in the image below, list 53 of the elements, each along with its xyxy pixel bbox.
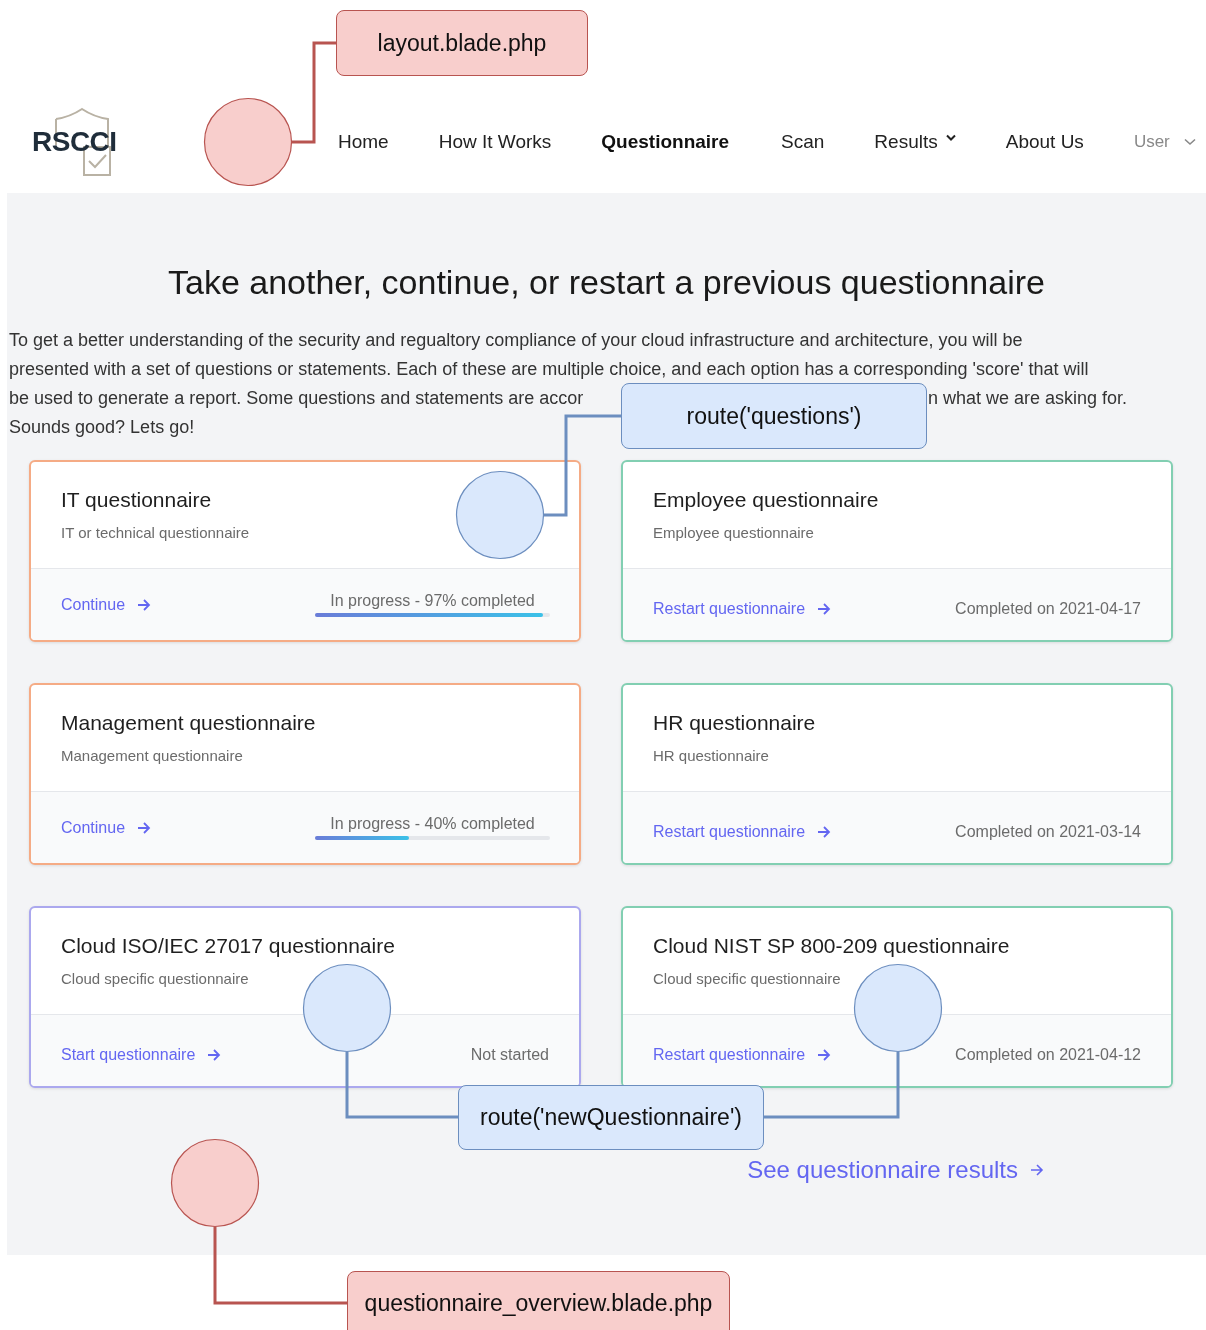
card-status: Completed on 2021-04-12 bbox=[955, 1045, 1141, 1064]
card-title: Cloud NIST SP 800-209 questionnaire bbox=[653, 934, 1011, 958]
action-link[interactable]: Start questionnaire bbox=[61, 1045, 222, 1064]
progress-status: In progress - 40% completed bbox=[330, 815, 535, 833]
action-link[interactable]: Continue bbox=[61, 818, 152, 837]
action-link[interactable]: Continue bbox=[61, 595, 152, 614]
card-subtitle: Management questionnaire bbox=[61, 747, 244, 764]
card-title: Management questionnaire bbox=[61, 711, 317, 735]
card-status: Completed on 2021-03-14 bbox=[955, 822, 1141, 841]
card-title: Employee questionnaire bbox=[653, 488, 880, 512]
arrow-right-icon bbox=[207, 1048, 222, 1061]
card-subtitle: HR questionnaire bbox=[653, 747, 770, 764]
nav-link[interactable]: About Us bbox=[1005, 130, 1084, 153]
annotation-label: route('questions') bbox=[621, 383, 927, 449]
card-status: Completed on 2021-04-17 bbox=[955, 599, 1141, 618]
page-title: Take another, continue, or restart a previous questionnaire bbox=[167, 263, 1046, 302]
arrow-right-icon bbox=[817, 602, 832, 615]
caret-icon bbox=[945, 133, 956, 142]
nav-link[interactable]: Scan bbox=[781, 130, 825, 153]
annotation-label: questionnaire_overview.blade.php bbox=[347, 1271, 730, 1330]
card-subtitle: Cloud specific questionnaire bbox=[61, 970, 250, 987]
nav-link[interactable]: How It Works bbox=[438, 130, 552, 153]
intro-text: be used to generate a report. Some questions and statements are accor bbox=[9, 387, 585, 410]
card-title: IT questionnaire bbox=[61, 488, 213, 512]
arrow-right-icon bbox=[817, 1048, 832, 1061]
card-subtitle: Employee questionnaire bbox=[653, 524, 815, 541]
action-link[interactable]: Restart questionnaire bbox=[653, 822, 832, 841]
intro-text: n what we are asking for. bbox=[928, 387, 1128, 410]
arrow-right-icon bbox=[137, 821, 152, 834]
progress-status: In progress - 97% completed bbox=[330, 592, 535, 610]
nav-link[interactable]: Home bbox=[338, 130, 389, 153]
intro-text: Sounds good? Lets go! bbox=[9, 416, 195, 439]
results-link[interactable]: See questionnaire results bbox=[747, 1156, 1044, 1184]
nav-dropdown[interactable]: Results bbox=[874, 130, 956, 153]
action-link[interactable]: Restart questionnaire bbox=[653, 1045, 832, 1064]
arrow-right-icon bbox=[1030, 1164, 1044, 1176]
intro-text: presented with a set of questions or statements. Each of these are multiple choice, and each option has a corresponding 'score' that will bbox=[9, 358, 1089, 381]
intro-text: To get a better understanding of the security and regualtory compliance of your cloud infrastructure and architecture, you will be bbox=[9, 329, 1023, 352]
card-status: Not started bbox=[470, 1045, 549, 1064]
logo-text: RSCCI bbox=[32, 125, 117, 158]
annotation-label: layout.blade.php bbox=[336, 10, 588, 76]
arrow-right-icon bbox=[137, 598, 152, 611]
logo[interactable]: RSCCI bbox=[32, 101, 132, 182]
card-subtitle: Cloud specific questionnaire bbox=[653, 970, 842, 987]
action-link[interactable]: Restart questionnaire bbox=[653, 599, 832, 618]
card-title: HR questionnaire bbox=[653, 711, 817, 735]
nav-link[interactable]: Questionnaire bbox=[601, 130, 730, 153]
caret-icon bbox=[1183, 137, 1196, 146]
card-subtitle: IT or technical questionnaire bbox=[61, 524, 251, 541]
arrow-right-icon bbox=[817, 825, 832, 838]
user-menu[interactable]: User bbox=[1133, 131, 1196, 152]
card-title: Cloud ISO/IEC 27017 questionnaire bbox=[61, 934, 396, 958]
annotation-label: route('newQuestionnaire') bbox=[458, 1085, 764, 1150]
